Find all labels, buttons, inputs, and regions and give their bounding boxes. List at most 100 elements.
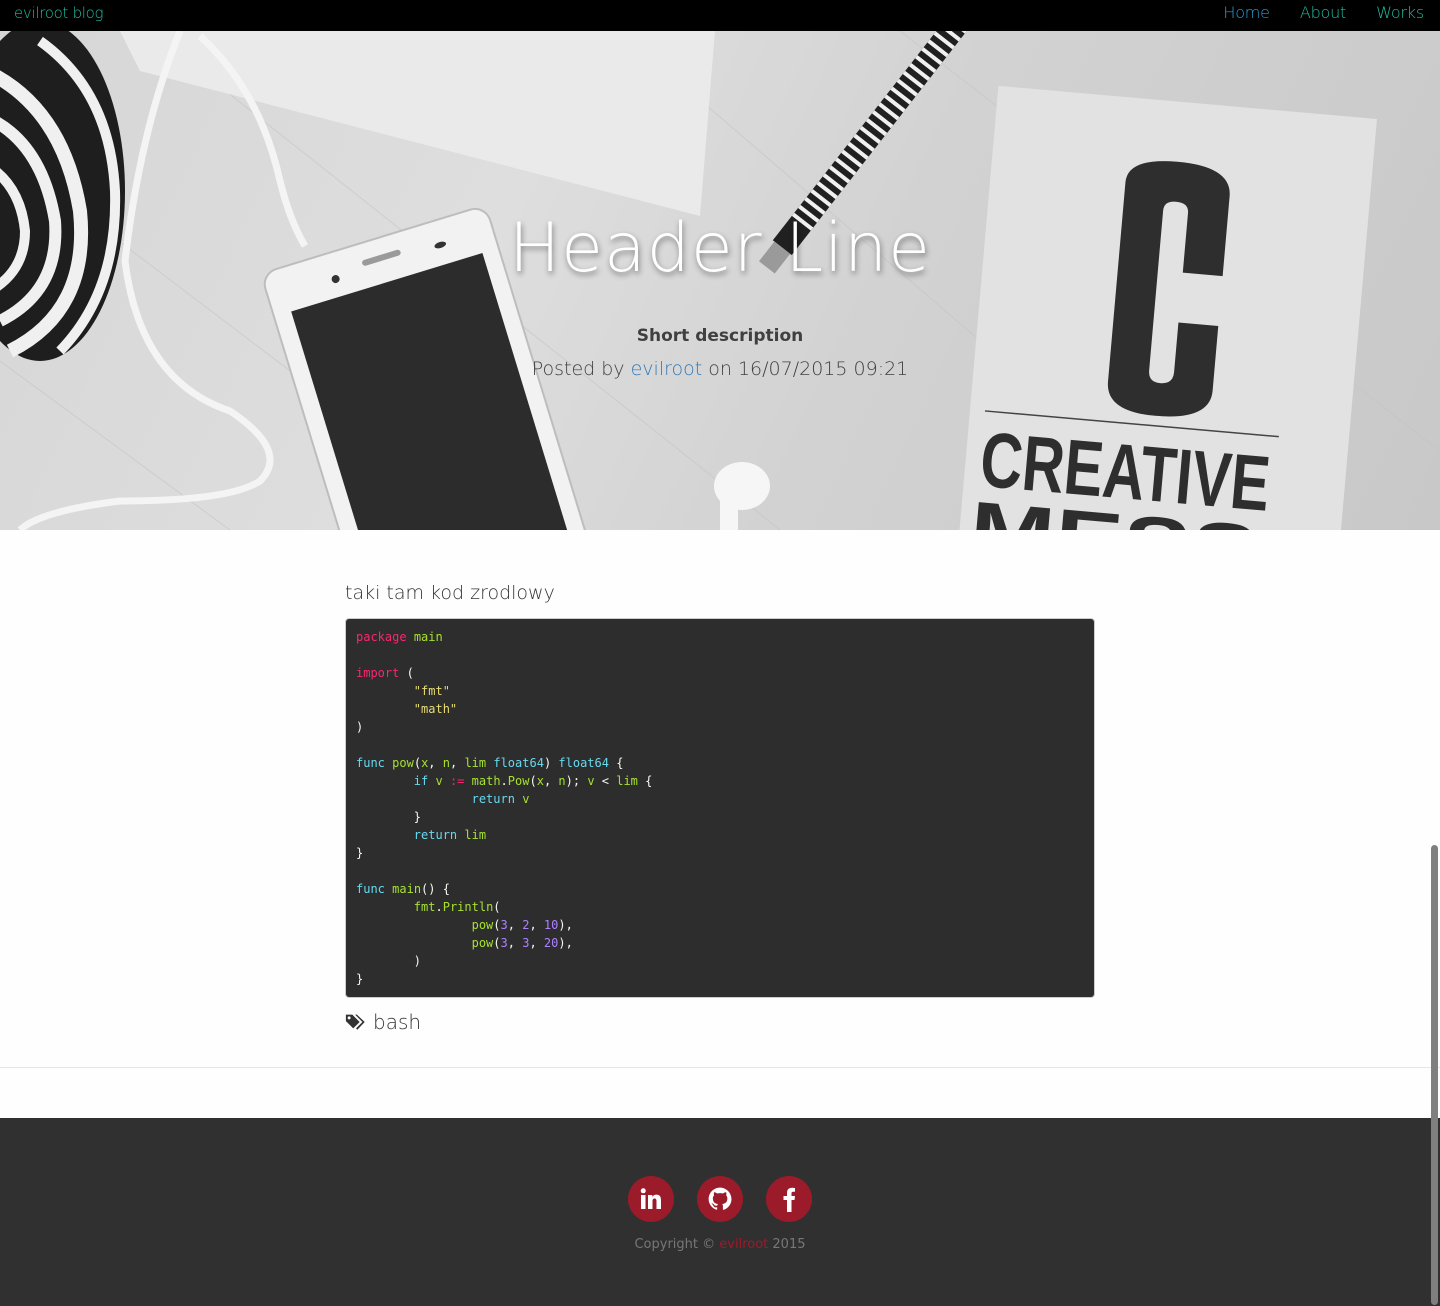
code-line: } <box>356 808 1084 826</box>
code-token: } <box>356 972 364 986</box>
code-token: 3 <box>500 918 508 932</box>
social-links <box>0 1176 1440 1222</box>
meta-on: on <box>708 358 732 380</box>
code-token: "math" <box>413 702 458 716</box>
code-token: v <box>435 774 443 788</box>
facebook-icon <box>783 1187 795 1212</box>
code-token: main <box>392 882 422 896</box>
code-token: import <box>356 666 400 680</box>
code-token: float64 <box>558 756 609 770</box>
github-button[interactable] <box>697 1176 743 1222</box>
code-token: ) <box>356 954 422 968</box>
code-line: package main <box>356 628 1084 646</box>
code-token: ( <box>413 756 422 770</box>
tags-icon <box>345 1014 365 1030</box>
code-token: lim <box>464 756 487 770</box>
code-token: , <box>428 756 443 770</box>
code-line: pow(3, 3, 20), <box>356 934 1084 952</box>
code-token: , <box>507 918 523 932</box>
code-token: 10 <box>543 918 559 932</box>
code-token: lim <box>464 828 487 842</box>
code-token: package <box>356 630 407 644</box>
code-token: { <box>637 774 653 788</box>
code-token: , <box>507 936 523 950</box>
code-line: if v := math.Pow(x, n); v < lim { <box>356 772 1084 790</box>
code-token: v <box>587 774 595 788</box>
post-subtitle: Short description <box>636 326 804 346</box>
linkedin-button[interactable] <box>628 1176 674 1222</box>
author-link[interactable]: evilroot <box>631 358 703 380</box>
code-token: ) <box>356 720 364 734</box>
code-token: pow <box>471 936 494 950</box>
post-title: Header Line <box>509 209 931 288</box>
code-line: fmt.Println( <box>356 898 1084 916</box>
code-token: , <box>529 918 544 932</box>
code-token: } <box>356 846 364 860</box>
facebook-button[interactable] <box>766 1176 812 1222</box>
code-token: , <box>543 774 559 788</box>
code-token: . <box>500 774 508 788</box>
meta-prefix: Posted by <box>531 358 625 380</box>
code-line: import ( <box>356 664 1084 682</box>
code-line: return lim <box>356 826 1084 844</box>
code-token: return <box>471 792 515 806</box>
hero-header: CREATIVE MESS Header Line Short descript… <box>0 31 1440 530</box>
brand-logo-link[interactable]: evilroot blog <box>14 4 104 22</box>
nav-link-about[interactable]: About <box>1300 3 1347 22</box>
code-token: ) <box>543 756 559 770</box>
code-token: n <box>442 756 450 770</box>
post-meta: Posted by evilroot on 16/07/2015 09:21 <box>0 358 1440 380</box>
code-line: return v <box>356 790 1084 808</box>
code-token: , <box>449 756 465 770</box>
code-token: float64 <box>493 756 544 770</box>
nav-links: Home About Works <box>1223 3 1424 22</box>
code-token: { <box>608 756 624 770</box>
code-token: } <box>356 810 422 824</box>
footer: Copyright © evilroot 2015 <box>0 1118 1440 1306</box>
post-content: taki tam kod zrodlowy package main import… <box>345 578 1095 1034</box>
code-token: "fmt" <box>413 684 450 698</box>
code-line: func pow(x, n, lim float64) float64 { <box>356 754 1084 772</box>
code-token: n <box>558 774 566 788</box>
code-line: ) <box>356 952 1084 970</box>
code-token: < <box>594 774 617 788</box>
code-token: ( <box>399 666 414 680</box>
code-token: if <box>413 774 429 788</box>
code-line: func main() { <box>356 880 1084 898</box>
code-token: . <box>435 900 443 914</box>
copyright-text: Copyright © evilroot 2015 <box>0 1237 1440 1252</box>
paper-sheet <box>120 31 715 216</box>
code-token: main <box>413 630 443 644</box>
tags-row: bash <box>345 1010 1095 1034</box>
post-section-heading: taki tam kod zrodlowy <box>345 582 555 604</box>
code-token: , <box>529 936 544 950</box>
code-line: ) <box>356 718 1084 736</box>
code-token: ), <box>558 918 573 932</box>
code-line: pow(3, 2, 10), <box>356 916 1084 934</box>
copyright-owner-link[interactable]: evilroot <box>719 1237 768 1252</box>
code-token: ( <box>493 918 501 932</box>
code-token: math <box>471 774 501 788</box>
nav-link-works[interactable]: Works <box>1376 3 1424 22</box>
tag-link-bash[interactable]: bash <box>373 1010 421 1034</box>
code-token: func <box>356 756 385 770</box>
lollipop-image <box>0 31 125 361</box>
code-token: ); <box>565 774 588 788</box>
nav-link-home[interactable]: Home <box>1223 3 1270 22</box>
copyright-year: 2015 <box>772 1237 806 1252</box>
code-token: pow <box>392 756 414 770</box>
scrollbar-thumb[interactable] <box>1431 845 1438 1305</box>
code-token: 3 <box>500 936 508 950</box>
page-scrollbar[interactable] <box>1431 845 1438 1305</box>
code-token: ), <box>558 936 573 950</box>
